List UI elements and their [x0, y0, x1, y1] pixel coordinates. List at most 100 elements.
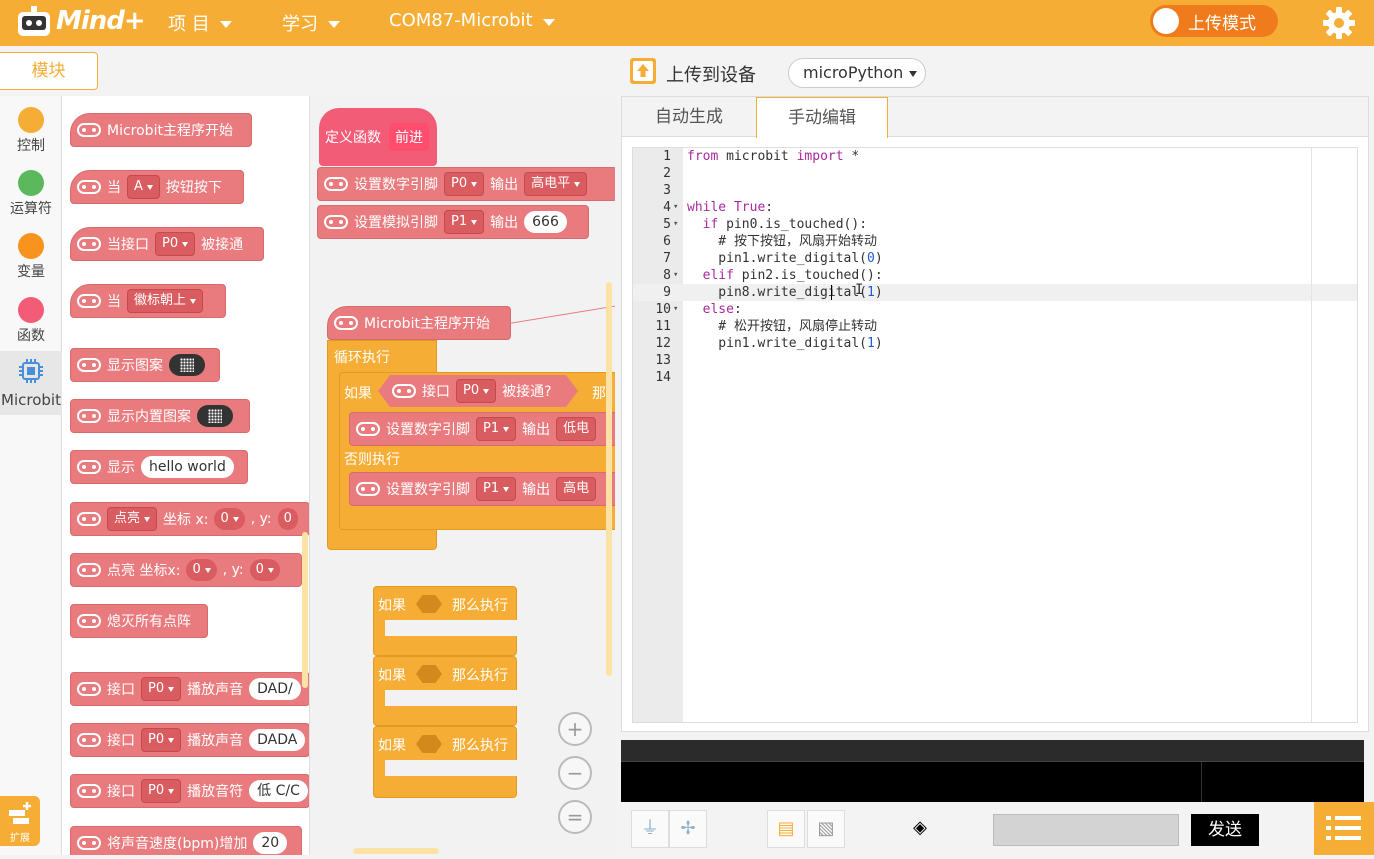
- plot-mode-dropdown[interactable]: 点亮: [107, 507, 158, 531]
- level-dropdown[interactable]: 高电: [556, 477, 597, 501]
- pin-dropdown[interactable]: P0: [444, 172, 485, 196]
- pin-dropdown[interactable]: P0: [141, 779, 182, 803]
- eraser-icon[interactable]: ◈: [901, 810, 939, 848]
- condition-slot[interactable]: [416, 735, 442, 753]
- scroll-lock-icon[interactable]: ▤: [767, 810, 805, 848]
- modules-tab[interactable]: 模块: [0, 52, 98, 90]
- sound-field[interactable]: DAD/: [249, 678, 301, 700]
- send-button[interactable]: 发送: [1191, 814, 1259, 846]
- pin-dropdown[interactable]: P1: [444, 210, 485, 234]
- workspace-vertical-scrollbar[interactable]: [606, 282, 612, 676]
- pin-dropdown[interactable]: P0: [456, 379, 497, 403]
- led-matrix-icon[interactable]: [169, 354, 205, 376]
- upload-arrow-icon[interactable]: [630, 58, 656, 84]
- language-select[interactable]: microPython: [788, 58, 926, 88]
- code-line[interactable]: if pin0.is_touched():: [687, 216, 867, 233]
- fold-arrow-icon[interactable]: ▾: [673, 301, 678, 318]
- x-field[interactable]: 0: [186, 559, 217, 581]
- block-when-pin-connected[interactable]: 当接口 P0 被接通: [70, 227, 264, 261]
- block-show-builtin-image[interactable]: 显示内置图案: [70, 399, 250, 433]
- fold-arrow-icon[interactable]: ▾: [673, 267, 678, 284]
- fold-arrow-icon[interactable]: ▾: [673, 216, 678, 233]
- condition-slot[interactable]: [416, 595, 442, 613]
- block-define-function[interactable]: 定义函数 前进: [319, 108, 437, 166]
- block-when-logo-up[interactable]: 当 徽标朝上: [70, 284, 226, 318]
- category-microbit[interactable]: Microbit: [0, 351, 62, 415]
- upload-to-device-label[interactable]: 上传到设备: [666, 61, 756, 87]
- block-plot-xy[interactable]: 点亮 坐标 x: 0 , y: 0: [70, 502, 309, 536]
- block-plot-point[interactable]: 点亮 坐标x: 0 , y: 0: [70, 553, 302, 587]
- zoom-in-icon[interactable]: +: [558, 712, 592, 746]
- code-line[interactable]: while True:: [687, 199, 773, 216]
- tab-manual-edit[interactable]: 手动编辑: [756, 97, 888, 138]
- block-play-sound-1[interactable]: 接口 P0 播放声音 DAD/: [70, 672, 309, 706]
- block-set-pin-high[interactable]: 设置数字引脚 P1 输出 高电: [349, 472, 615, 506]
- block-workspace[interactable]: 定义函数 前进 设置数字引脚 P0 输出 高电平 设置模拟引脚 P1 输出 66…: [311, 96, 615, 855]
- pin-dropdown[interactable]: P1: [476, 477, 517, 501]
- code-line[interactable]: pin8.write_digital(1): [687, 284, 882, 301]
- sound-field[interactable]: DADA: [249, 729, 306, 751]
- menu-learn[interactable]: 学习: [282, 10, 340, 36]
- gesture-dropdown[interactable]: 徽标朝上: [127, 289, 204, 313]
- block-show-image[interactable]: 显示图案: [70, 348, 220, 382]
- gear-icon[interactable]: [1320, 4, 1358, 42]
- led-matrix-icon[interactable]: [197, 405, 233, 427]
- clear-output-icon[interactable]: ▧: [807, 810, 845, 848]
- palette-scrollbar[interactable]: [302, 532, 308, 688]
- menu-project[interactable]: 项 目: [168, 10, 232, 36]
- block-show-text[interactable]: 显示 hello world: [70, 450, 248, 484]
- condition-pin-touched[interactable]: 接口 P0 被接通?: [378, 375, 578, 407]
- fold-arrow-icon[interactable]: ▾: [673, 199, 678, 216]
- zoom-out-icon[interactable]: −: [558, 756, 592, 790]
- category-variables[interactable]: 变量: [0, 224, 62, 284]
- text-field[interactable]: hello world: [141, 456, 234, 478]
- block-if-else[interactable]: 如果 接口 P0 被接通? 那 否则执行: [339, 372, 615, 530]
- y-field[interactable]: 0: [249, 559, 280, 581]
- pin-dropdown[interactable]: P1: [476, 417, 517, 441]
- tempo-field[interactable]: 20: [253, 832, 288, 854]
- workspace-horizontal-scrollbar[interactable]: [353, 848, 439, 854]
- pin-dropdown[interactable]: P0: [141, 677, 182, 701]
- category-control[interactable]: 控制: [0, 98, 62, 158]
- block-palette[interactable]: Microbit主程序开始 当 A 按钮按下 当接口 P0 被接通 当 徽标朝上…: [62, 96, 310, 855]
- level-dropdown[interactable]: 低电: [556, 417, 597, 441]
- zoom-reset-icon[interactable]: =: [558, 800, 592, 834]
- serial-monitor[interactable]: [621, 740, 1364, 802]
- category-functions[interactable]: 函数: [0, 288, 62, 348]
- usb-connect-icon[interactable]: ✢: [669, 810, 707, 848]
- block-play-note[interactable]: 接口 P0 播放音符 低 C/C: [70, 774, 309, 808]
- code-line[interactable]: pin1.write_digital(0): [687, 250, 882, 267]
- extension-button[interactable]: 扩展: [0, 796, 40, 846]
- serial-send-input[interactable]: [993, 814, 1179, 846]
- list-menu-icon[interactable]: [1314, 802, 1374, 855]
- code-line[interactable]: elif pin2.is_touched():: [687, 267, 883, 284]
- x-field[interactable]: 0: [214, 508, 245, 530]
- code-line[interactable]: pin1.write_digital(1): [687, 335, 882, 352]
- analog-value-field[interactable]: 666: [524, 211, 567, 233]
- condition-slot[interactable]: [416, 665, 442, 683]
- block-when-button-pressed[interactable]: 当 A 按钮按下: [70, 170, 244, 204]
- category-operators[interactable]: 运算符: [0, 161, 62, 221]
- pin-dropdown[interactable]: P0: [155, 232, 196, 256]
- y-field[interactable]: 0: [277, 508, 298, 530]
- code-line[interactable]: else:: [687, 301, 742, 318]
- menu-device-port[interactable]: COM87-Microbit: [389, 10, 555, 31]
- block-set-digital-pin[interactable]: 设置数字引脚 P0 输出 高电平: [317, 167, 615, 201]
- code-editor[interactable]: 1 from microbit import * 2 3 4 ▾ while True: 5 ▾…: [632, 147, 1358, 723]
- block-main-start-workspace[interactable]: Microbit主程序开始: [327, 306, 511, 340]
- block-set-analog-pin[interactable]: 设置模拟引脚 P1 输出 666: [317, 205, 589, 239]
- block-increase-tempo[interactable]: 将声音速度(bpm)增加 20: [70, 826, 302, 855]
- block-main-start[interactable]: Microbit主程序开始: [70, 113, 252, 147]
- code-line[interactable]: # 松开按钮，风扇停止转动: [687, 318, 877, 335]
- block-clear-leds[interactable]: 熄灭所有点阵: [70, 604, 208, 638]
- level-dropdown[interactable]: 高电平: [524, 172, 588, 196]
- code-line[interactable]: # 按下按钮，风扇开始转动: [687, 233, 877, 250]
- code-line[interactable]: from microbit import *: [687, 148, 859, 165]
- tab-auto-generate[interactable]: 自动生成: [622, 97, 756, 137]
- upload-mode-toggle[interactable]: 上传模式: [1150, 5, 1278, 37]
- button-dropdown[interactable]: A: [127, 175, 160, 199]
- block-set-pin-low[interactable]: 设置数字引脚 P1 输出 低电: [349, 412, 615, 446]
- pin-dropdown[interactable]: P0: [141, 728, 182, 752]
- block-play-sound-2[interactable]: 接口 P0 播放声音 DADA: [70, 723, 309, 757]
- note-field[interactable]: 低 C/C: [249, 780, 308, 802]
